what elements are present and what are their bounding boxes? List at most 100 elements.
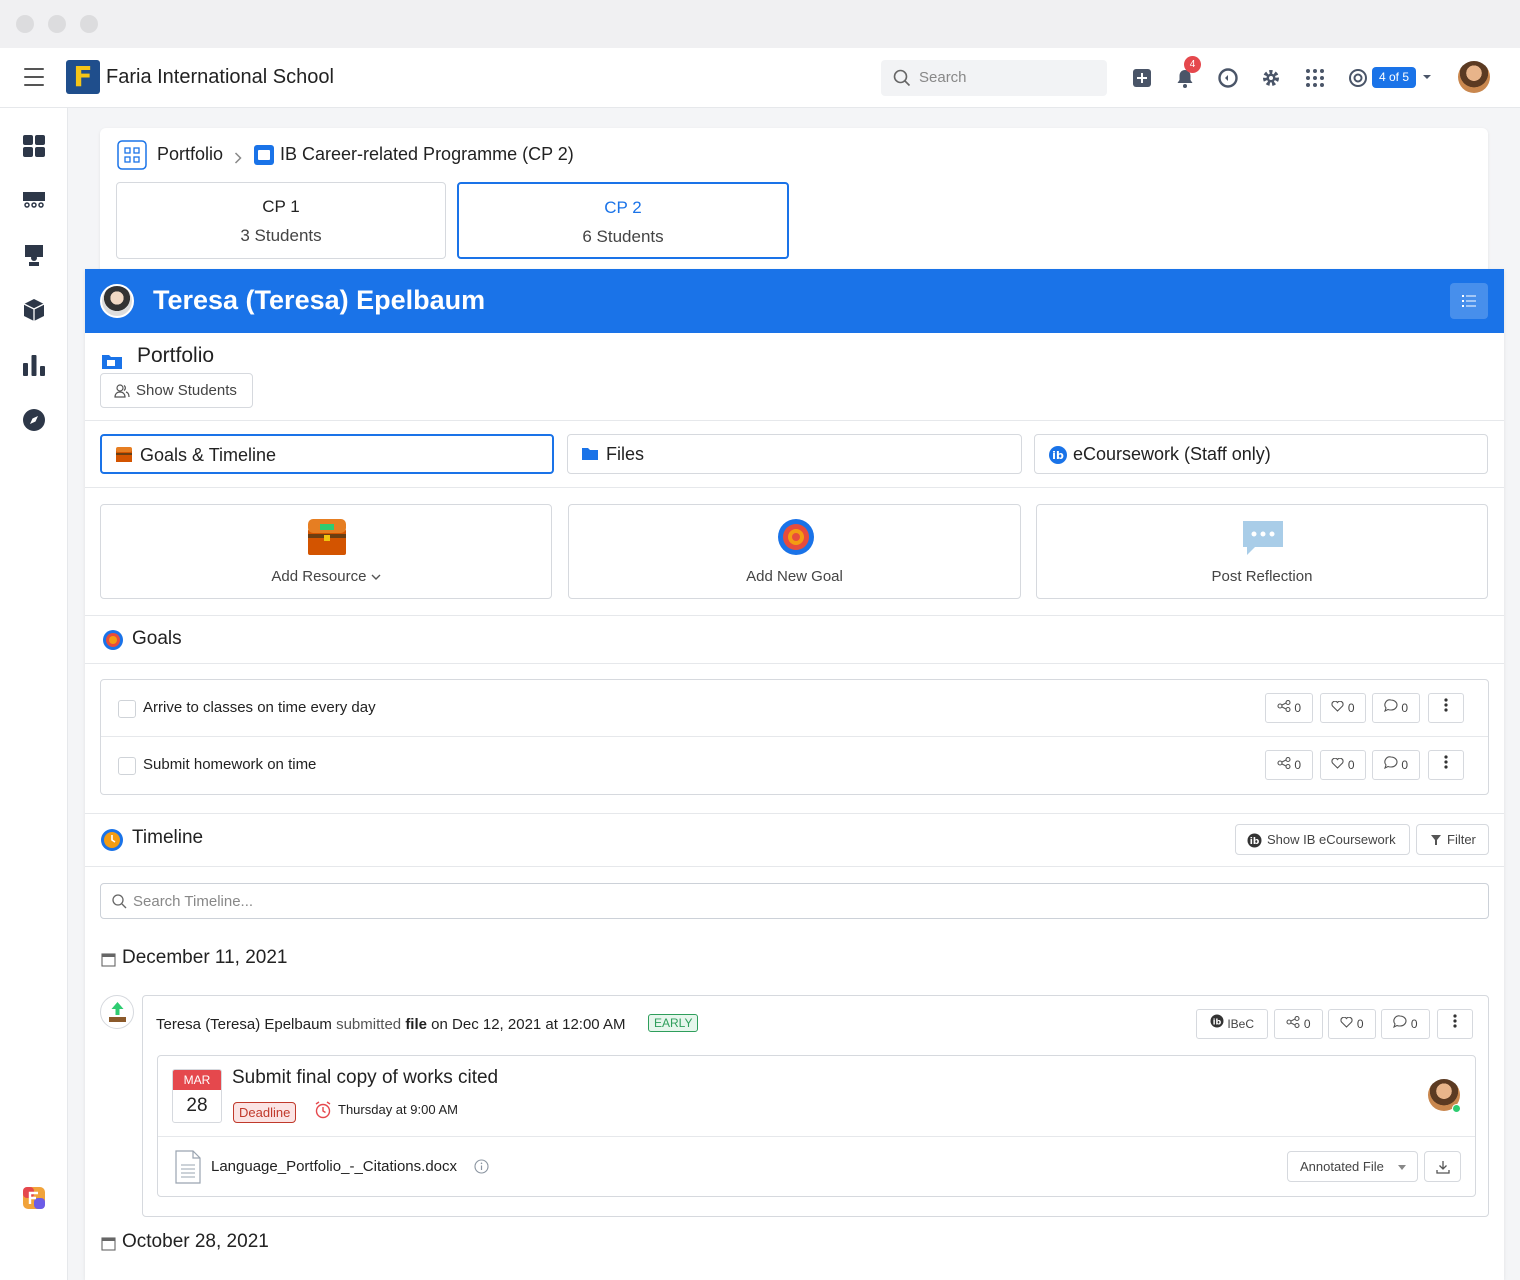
goal-checkbox[interactable] [118,700,136,718]
goals-title: Goals [132,628,182,649]
programme-card: Portfolio IB Career-related Programme (C… [100,128,1488,278]
like-count: 0 [1347,758,1355,772]
entry-when: on Dec 12, 2021 at 12:00 AM [431,1016,626,1033]
tab-ecoursework-label: eCoursework (Staff only) [1073,444,1271,464]
file-type-value: Annotated File [1300,1159,1384,1174]
download-icon [1436,1161,1450,1174]
calendar-month: MAR [173,1070,221,1090]
comment-button[interactable]: 0 [1381,1009,1430,1039]
list-menu-button[interactable] [1450,283,1488,319]
filter-label: Filter [1447,832,1476,847]
alarm-clock-icon [315,1101,331,1119]
heart-icon [1331,757,1345,769]
more-options-button[interactable] [1428,750,1464,780]
classes-icon[interactable] [22,188,46,212]
tab-ecoursework[interactable]: ib eCoursework (Staff only) [1034,434,1488,474]
share-button[interactable]: 0 [1265,750,1313,780]
comment-button[interactable]: 0 [1372,693,1420,723]
download-button[interactable] [1424,1151,1461,1182]
notification-badge: 4 [1184,56,1201,73]
share-count: 0 [1294,758,1302,772]
online-status-dot [1452,1104,1461,1113]
ibec-button[interactable]: ib IBeC [1196,1009,1268,1039]
clock-icon [101,829,123,851]
entry-verb: submitted [336,1016,402,1033]
gear-icon[interactable] [1260,67,1282,89]
show-students-button[interactable]: Show Students [100,373,253,408]
users-icon [114,384,130,398]
search-icon [112,894,127,909]
apps-grid-icon[interactable] [1304,67,1326,89]
window-minimize-dot[interactable] [48,15,66,33]
share-button[interactable]: 0 [1274,1009,1323,1039]
window-close-dot[interactable] [16,15,34,33]
more-options-button[interactable] [1428,693,1464,723]
bar-chart-icon[interactable] [22,353,46,377]
goal-checkbox[interactable] [118,757,136,775]
portfolio-title: Portfolio [137,344,215,367]
compass-icon[interactable] [22,408,46,432]
like-count: 0 [1356,1017,1364,1031]
share-icon [1277,756,1291,770]
breadcrumb-current: IB Career-related Programme (CP 2) [280,144,574,164]
tab-cp2[interactable]: CP 2 6 Students [457,182,789,259]
chevron-down-icon [371,574,381,580]
filter-button[interactable]: Filter [1416,824,1489,855]
tab-cp1[interactable]: CP 1 3 Students [116,182,446,259]
add-resource-card[interactable]: Add Resource [100,504,552,599]
target-icon [103,630,123,650]
entry-author[interactable]: Teresa (Teresa) Epelbaum [156,1016,332,1033]
svg-text:ib: ib [1052,449,1064,462]
left-sidebar [0,108,68,1280]
search-bar[interactable]: Search [881,60,1107,96]
window-maximize-dot[interactable] [80,15,98,33]
like-button[interactable]: 0 [1328,1009,1376,1039]
treasure-chest-icon [308,519,346,555]
timeline-date-heading: October 28, 2021 [122,1231,269,1252]
tab-goals-timeline[interactable]: Goals & Timeline [100,434,554,474]
comment-button[interactable]: 0 [1372,750,1420,780]
file-type-select[interactable]: Annotated File [1287,1151,1418,1182]
timeline-search-input[interactable]: Search Timeline... [100,883,1489,919]
kebab-menu-icon [1444,698,1448,712]
hamburger-menu-icon[interactable] [24,68,44,86]
chat-icon[interactable] [1217,67,1239,89]
school-name[interactable]: Faria International School [106,66,334,89]
divider [85,663,1504,664]
add-icon[interactable] [1131,67,1153,89]
more-options-button[interactable] [1437,1009,1473,1039]
file-name[interactable]: Language_Portfolio_-_Citations.docx [211,1158,457,1175]
window-chrome [0,0,1520,48]
student-header: Teresa (Teresa) Epelbaum [85,269,1504,333]
share-icon [1286,1015,1301,1029]
speech-bubble-icon [1243,521,1283,555]
help-lifebuoy-icon[interactable] [1347,67,1369,89]
task-card: MAR 28 Submit final copy of works cited … [157,1055,1476,1197]
user-avatar[interactable] [1458,61,1490,93]
tab-files[interactable]: Files [567,434,1022,474]
cube-icon[interactable] [22,298,46,322]
goal-text: Submit homework on time [143,756,317,773]
document-icon [175,1150,201,1184]
pager-badge[interactable]: 4 of 5 [1372,67,1416,88]
school-logo[interactable]: F [66,60,100,94]
share-button[interactable]: 0 [1265,693,1313,723]
breadcrumb-portfolio[interactable]: Portfolio [157,144,223,165]
heart-icon [1331,700,1345,712]
student-avatar [100,284,134,318]
divider [85,813,1504,814]
chevron-down-icon[interactable] [1422,74,1432,81]
dashboard-icon[interactable] [22,134,46,158]
comment-icon [1393,1015,1408,1029]
post-reflection-card[interactable]: Post Reflection [1036,504,1488,599]
show-ib-ecoursework-button[interactable]: ib Show IB eCoursework [1235,824,1410,855]
like-button[interactable]: 0 [1320,750,1366,780]
teacher-icon[interactable] [22,243,46,267]
calendar-icon [101,1237,116,1251]
faria-app-icon[interactable] [22,1186,46,1210]
like-button[interactable]: 0 [1320,693,1366,723]
add-new-goal-card[interactable]: Add New Goal [568,504,1021,599]
portfolio-grid-icon[interactable] [117,140,147,170]
info-icon[interactable] [474,1159,489,1174]
task-title[interactable]: Submit final copy of works cited [232,1067,498,1089]
